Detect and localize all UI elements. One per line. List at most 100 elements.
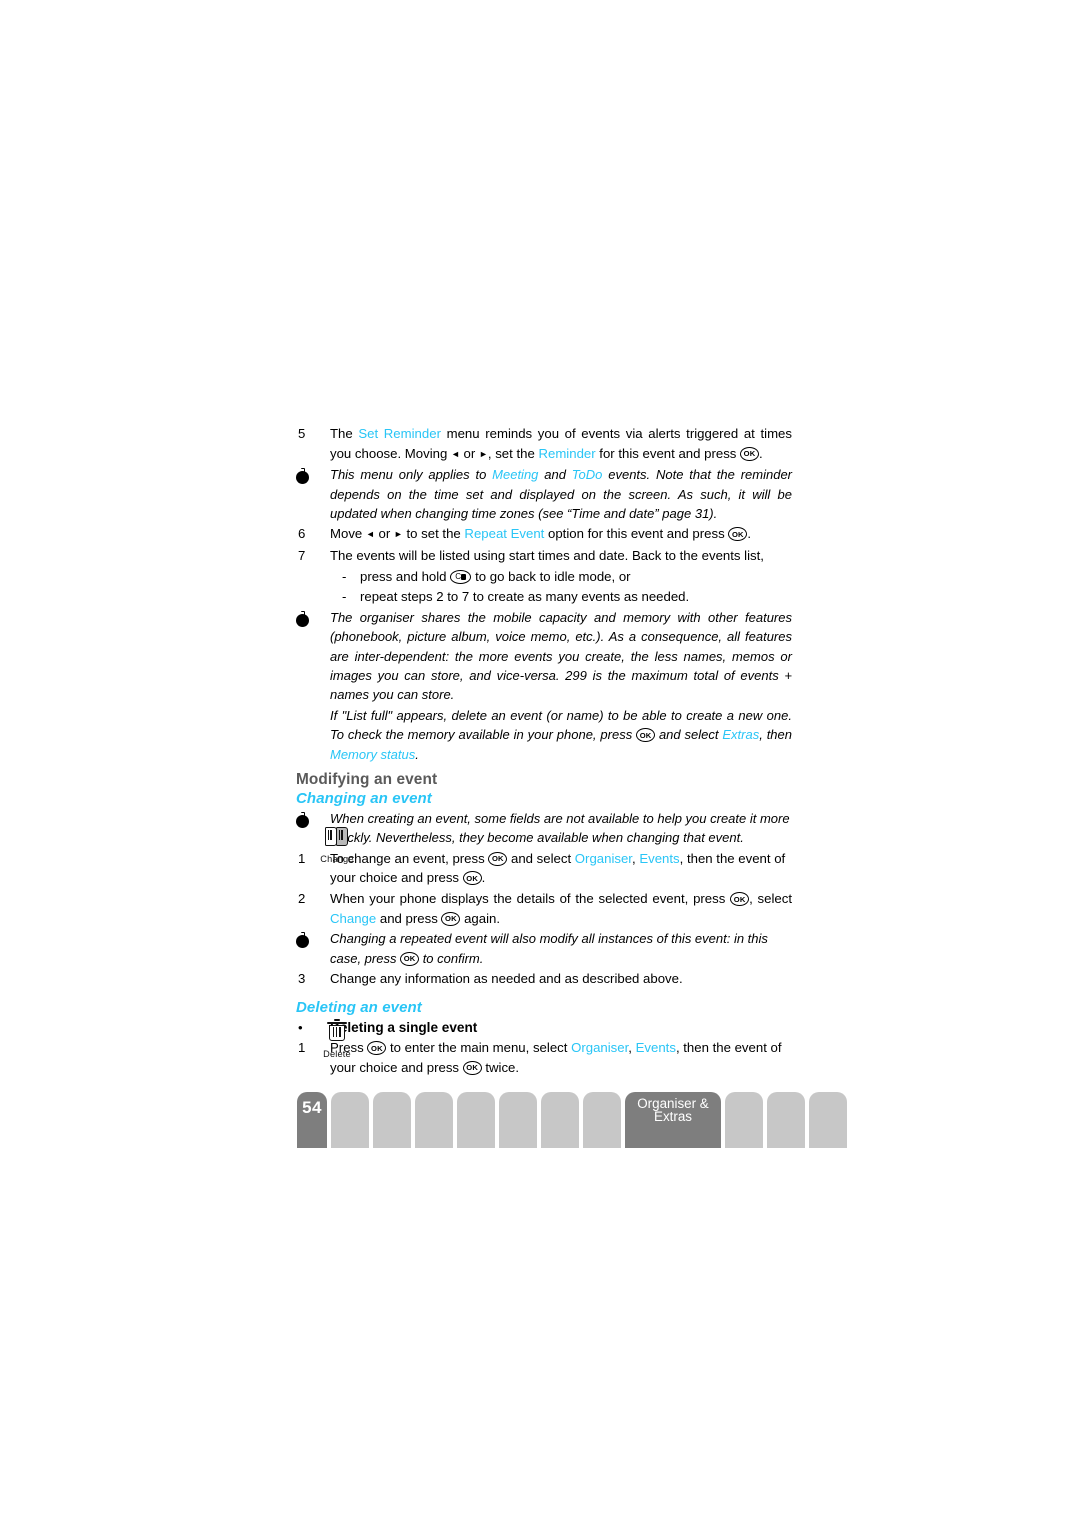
step-7b-marker: - (342, 589, 347, 605)
link-repeat-event[interactable]: Repeat Event (464, 526, 544, 541)
note3-t3: , then (759, 727, 792, 743)
note-repeated-event: Changing a repeated event will also modi… (296, 929, 792, 968)
note-repeated-event-text: Changing a repeated event will also modi… (330, 929, 792, 968)
step-5-marker: 5 (298, 426, 306, 441)
footer-tab[interactable] (583, 1092, 621, 1148)
subheading-changing-an-event: Changing an event (296, 790, 432, 808)
step-5-text: The Set Reminder menu reminds you of eve… (330, 424, 792, 464)
note-reminder-text: This menu only applies to Meeting and To… (330, 465, 792, 523)
footer-tab[interactable] (725, 1092, 763, 1148)
note-marker-1 (296, 465, 330, 487)
step-7: 7 The events will be listed using start … (296, 546, 792, 566)
trash-icon (326, 1019, 348, 1043)
step-7a-t1: press and hold (360, 568, 451, 584)
step-5-t4: , set the (487, 445, 539, 461)
note-marker-5 (296, 929, 330, 951)
step-6-t3: to set the (402, 526, 465, 542)
step-6-t2: or (374, 526, 394, 542)
heading-modifying-an-event: Modifying an event (296, 771, 438, 789)
step-7a-t2: to go back to idle mode, or (471, 568, 631, 584)
info-icon (296, 610, 309, 627)
footer-section-line2: Extras (654, 1109, 692, 1124)
link-organiser[interactable]: Organiser (575, 851, 632, 866)
modify-step-3-text: Change any information as needed and as … (330, 971, 683, 987)
ok-key-icon: OK (740, 446, 760, 461)
step-6-t1: Move (330, 526, 366, 542)
ok-key-icon: OK (462, 871, 482, 886)
step-7-marker: 7 (298, 548, 306, 563)
footer-tab-active-organiser-extras[interactable]: Organiser & Extras (625, 1092, 721, 1148)
step-5: 5 The Set Reminder menu reminds you of e… (296, 424, 792, 464)
info-icon (296, 932, 309, 949)
footer-tab[interactable] (373, 1092, 411, 1148)
footer-tab[interactable] (767, 1092, 805, 1148)
m2-t3: and press (376, 910, 442, 926)
ok-key-icon: OK (728, 527, 748, 542)
left-arrow-icon: ◄ (450, 448, 460, 459)
note-changing-fields-text: When creating an event, some fields are … (330, 811, 790, 846)
page-content: 5 The Set Reminder menu reminds you of e… (296, 424, 792, 1078)
link-meeting[interactable]: Meeting (492, 467, 538, 482)
modify-step-2-marker: 2 (298, 891, 306, 907)
step-5-t6: . (759, 445, 763, 461)
change-icon (324, 824, 350, 848)
margin-icon-delete-label: Delete (323, 1049, 351, 1059)
modify-step-2: 2 When your phone displays the details o… (296, 889, 792, 928)
link-todo[interactable]: ToDo (572, 467, 603, 482)
footer-tab[interactable] (499, 1092, 537, 1148)
note-organiser-memory-text: The organiser shares the mobile capacity… (330, 609, 792, 703)
modify-step-3-marker: 3 (298, 971, 306, 987)
link-organiser[interactable]: Organiser (571, 1040, 628, 1055)
m2-t4: again. (460, 910, 501, 926)
footer-tab[interactable] (415, 1092, 453, 1148)
delete-bullet-title: Deleting a single event (330, 1019, 478, 1035)
subheading-deleting-an-event: Deleting an event (296, 998, 422, 1016)
modify-step-2-text: When your phone displays the details of … (330, 889, 792, 928)
link-reminder[interactable]: Reminder (538, 446, 595, 461)
step-7a-marker: - (342, 568, 347, 584)
margin-icon-delete: Delete (302, 1019, 372, 1059)
footer-tab[interactable] (457, 1092, 495, 1148)
note-organiser-memory: The organiser shares the mobile capacity… (296, 608, 792, 705)
c-key-icon: C (450, 569, 472, 584)
ok-key-icon: OK (462, 1060, 482, 1075)
footer-tab[interactable] (809, 1092, 847, 1148)
note1-t2: and (538, 467, 572, 483)
link-change[interactable]: Change (330, 911, 376, 926)
ok-key-icon: OK (730, 892, 750, 907)
note-reminder: This menu only applies to Meeting and To… (296, 465, 792, 523)
step-5-t1: The (330, 426, 359, 441)
m2-t2: , select (749, 891, 793, 907)
modify-step-1-text: To change an event, press OK and select … (330, 849, 792, 888)
m1-t2: and select (507, 850, 575, 866)
step-5-t5: for this event and press (595, 445, 741, 461)
margin-icon-change-label: Change (320, 854, 354, 864)
right-arrow-icon: ► (478, 448, 488, 459)
footer-tab[interactable] (331, 1092, 369, 1148)
note-marker-3 (296, 706, 330, 708)
ok-key-icon: OK (441, 911, 461, 926)
step-7-sub-a: - press and hold C to go back to idle mo… (330, 567, 792, 587)
d1-t2: to enter the main menu, select (386, 1040, 572, 1056)
note-list-full: If "List full" appears, delete an event … (296, 706, 792, 764)
link-set-reminder[interactable]: Set Reminder (358, 426, 441, 441)
m1-t5: . (481, 870, 486, 886)
footer-tab[interactable] (541, 1092, 579, 1148)
margin-icon-change: Change (302, 824, 372, 864)
link-extras[interactable]: Extras (722, 727, 759, 742)
footer-tab-strip: 54 Organiser & Extras (297, 1092, 847, 1148)
link-events[interactable]: Events (636, 1040, 676, 1055)
step-7-sub-b: - repeat steps 2 to 7 to create as many … (330, 587, 792, 607)
d1-t5: twice. (481, 1059, 520, 1075)
note-rep-t2: to confirm. (419, 950, 484, 966)
step-6: 6 Move ◄ or ► to set the Repeat Event op… (296, 524, 792, 545)
link-memory-status[interactable]: Memory status (330, 747, 415, 762)
manual-page: 5 The Set Reminder menu reminds you of e… (0, 0, 1080, 1528)
step-5-t3: or (459, 445, 479, 461)
step-6-marker: 6 (298, 526, 306, 542)
page-number-tab: 54 (297, 1092, 327, 1148)
link-events[interactable]: Events (639, 851, 679, 866)
step-6-t5: . (747, 526, 752, 542)
delete-step-1-text: Press OK to enter the main menu, select … (330, 1038, 792, 1077)
note3-t4: . (415, 746, 419, 762)
